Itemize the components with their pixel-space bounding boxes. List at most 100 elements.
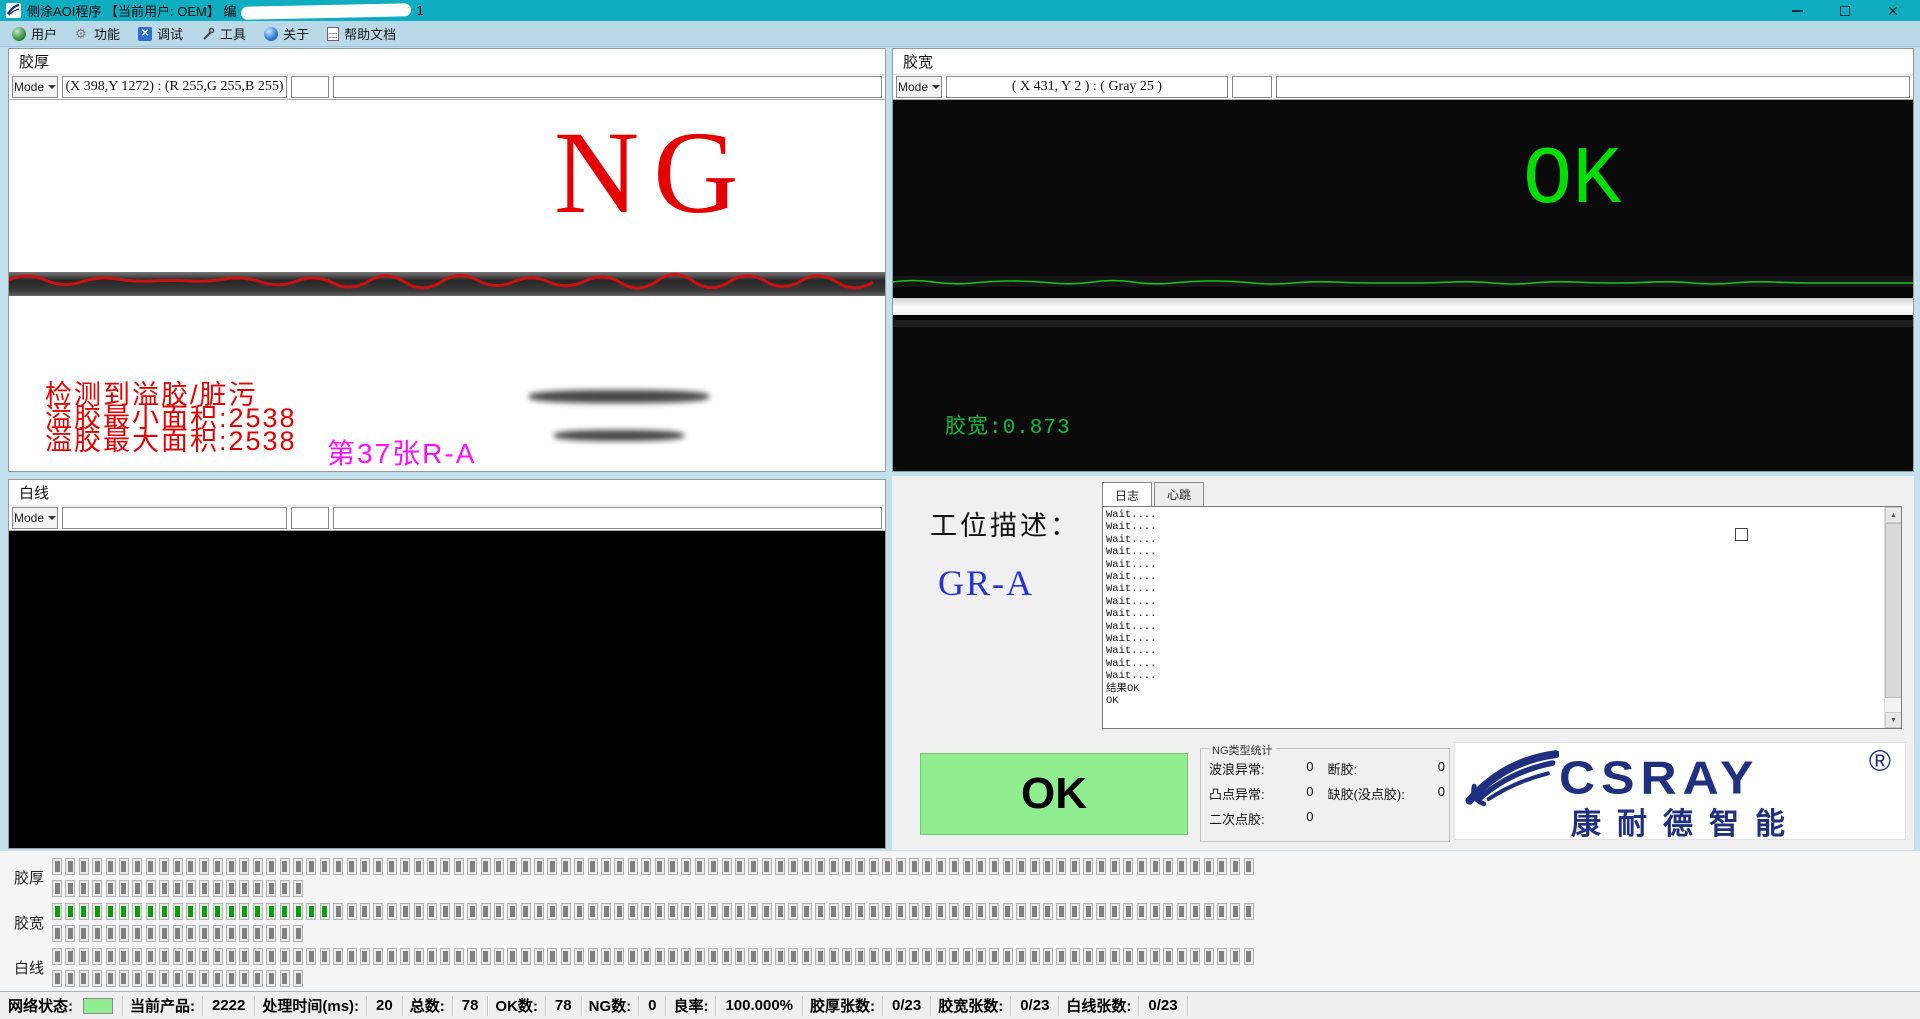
indicator-cell [427, 858, 437, 875]
indicator-cell [481, 948, 491, 965]
indicator-cell [534, 948, 544, 965]
chevron-down-icon [48, 85, 56, 89]
indicator-cell [1070, 903, 1080, 920]
statusbar-separator [1058, 996, 1059, 1016]
indicator-group: 白线 [0, 948, 1920, 987]
indicator-cell [253, 948, 263, 965]
about-icon [264, 27, 278, 41]
indicator-cell [882, 858, 892, 875]
statusbar-separator [1010, 996, 1011, 1016]
indicator-cell [1096, 948, 1106, 965]
indicator-cell [1204, 948, 1214, 965]
menu-item-debug[interactable]: ✕ 调试 [132, 21, 195, 46]
indicator-cell [574, 903, 584, 920]
indicator-cell [869, 903, 879, 920]
toolbar-field-wide[interactable] [1276, 76, 1910, 98]
indicator-rows [52, 858, 1257, 897]
ng-stat-row: 断胶:0 [1328, 759, 1445, 778]
indicator-cell [1137, 858, 1147, 875]
indicator-cell [280, 903, 290, 920]
indicator-cell [186, 903, 196, 920]
menu-item-functions[interactable]: ⚙ 功能 [69, 21, 132, 46]
pixel-info-field[interactable]: ( X 431, Y 2 ) : ( Gray 25 ) [946, 76, 1228, 98]
close-button[interactable]: ✕ [1886, 4, 1900, 18]
indicator-cell [547, 948, 557, 965]
indicator-cell [440, 948, 450, 965]
indicator-cell [199, 948, 209, 965]
indicator-cell [1056, 858, 1066, 875]
menu-label: 功能 [94, 24, 120, 43]
indicator-cell [414, 903, 424, 920]
indicator-cell [454, 858, 464, 875]
indicator-cell [1070, 948, 1080, 965]
scroll-up-icon[interactable]: ▲ [1885, 507, 1902, 523]
indicator-cell [173, 903, 183, 920]
mode-dropdown[interactable]: Mode [12, 76, 58, 98]
indicator-cell [280, 880, 290, 897]
indicator-cell [400, 858, 410, 875]
restore-button[interactable] [1838, 4, 1852, 18]
tab-heartbeat[interactable]: 心跳 [1154, 482, 1204, 506]
indicator-cell [106, 970, 116, 987]
indicator-row [52, 903, 1257, 920]
mode-dropdown[interactable]: Mode [12, 507, 58, 529]
indicator-cell [132, 880, 142, 897]
smudge-mark [529, 390, 709, 403]
indicator-cell [306, 948, 316, 965]
indicator-cell [159, 948, 169, 965]
indicator-cell [1003, 903, 1013, 920]
indicator-cell [855, 948, 865, 965]
minimize-button[interactable] [1790, 4, 1804, 18]
indicator-cell [641, 948, 651, 965]
indicator-cell [507, 948, 517, 965]
toolbar-field-wide[interactable] [333, 76, 882, 98]
indicator-cell [802, 903, 812, 920]
indicator-cell [1150, 903, 1160, 920]
log-checkbox[interactable] [1735, 528, 1748, 541]
toolbar-field-small[interactable] [291, 76, 329, 98]
indicator-cell [266, 858, 276, 875]
statusbar-label: 胶厚张数: [806, 995, 879, 1016]
mode-dropdown[interactable]: Mode [896, 76, 942, 98]
indicator-cell [1123, 948, 1133, 965]
pixel-info-field[interactable]: (X 398,Y 1272) : (R 255,G 255,B 255) [62, 76, 287, 98]
indicator-cell [226, 880, 236, 897]
indicator-cell [802, 858, 812, 875]
tab-log[interactable]: 日志 [1102, 482, 1152, 507]
indicator-cell [1230, 903, 1240, 920]
indicator-row [52, 925, 1257, 942]
toolbar-field-small[interactable] [291, 507, 329, 529]
toolbar-field-small[interactable] [1232, 76, 1272, 98]
menu-item-tools[interactable]: 工具 [195, 21, 258, 46]
result-status-button[interactable]: OK [920, 753, 1188, 835]
menu-item-user[interactable]: 用户 [6, 21, 69, 46]
log-line: Wait.... [1106, 534, 1881, 546]
indicator-cell [1244, 948, 1254, 965]
indicator-cell [427, 948, 437, 965]
indicator-cell [614, 903, 624, 920]
scroll-down-icon[interactable]: ▼ [1885, 712, 1902, 728]
indicator-cell [869, 858, 879, 875]
menu-item-about[interactable]: 关于 [258, 21, 321, 46]
indicator-cell [922, 948, 932, 965]
glue-width-image[interactable]: OK 胶宽:0.873 [893, 100, 1913, 471]
indicator-cell [936, 948, 946, 965]
indicator-cell [159, 880, 169, 897]
indicator-cell [333, 948, 343, 965]
glue-thickness-image[interactable]: NG 检测到溢胶/脏污 溢胶最小面积:2538 溢胶最大面积:2538 第37张… [9, 100, 885, 471]
scrollbar-thumb[interactable] [1885, 523, 1902, 698]
ng-stat-label: 波浪异常: [1209, 759, 1265, 778]
indicator-cell [775, 948, 785, 965]
indicator-cell [748, 903, 758, 920]
white-line-image[interactable] [9, 531, 885, 848]
pixel-info-field[interactable] [62, 507, 287, 529]
indicator-cell [507, 903, 517, 920]
log-scrollbar[interactable]: ▲ ▼ [1884, 507, 1901, 728]
toolbar-field-wide[interactable] [333, 507, 882, 529]
indicator-rows [52, 903, 1257, 942]
app-icon [6, 3, 21, 18]
log-list[interactable]: Wait....Wait....Wait....Wait....Wait....… [1106, 509, 1881, 726]
menu-item-help[interactable]: 帮助文档 [321, 21, 408, 46]
indicator-cell [1016, 948, 1026, 965]
glue-black-band [893, 287, 1913, 298]
